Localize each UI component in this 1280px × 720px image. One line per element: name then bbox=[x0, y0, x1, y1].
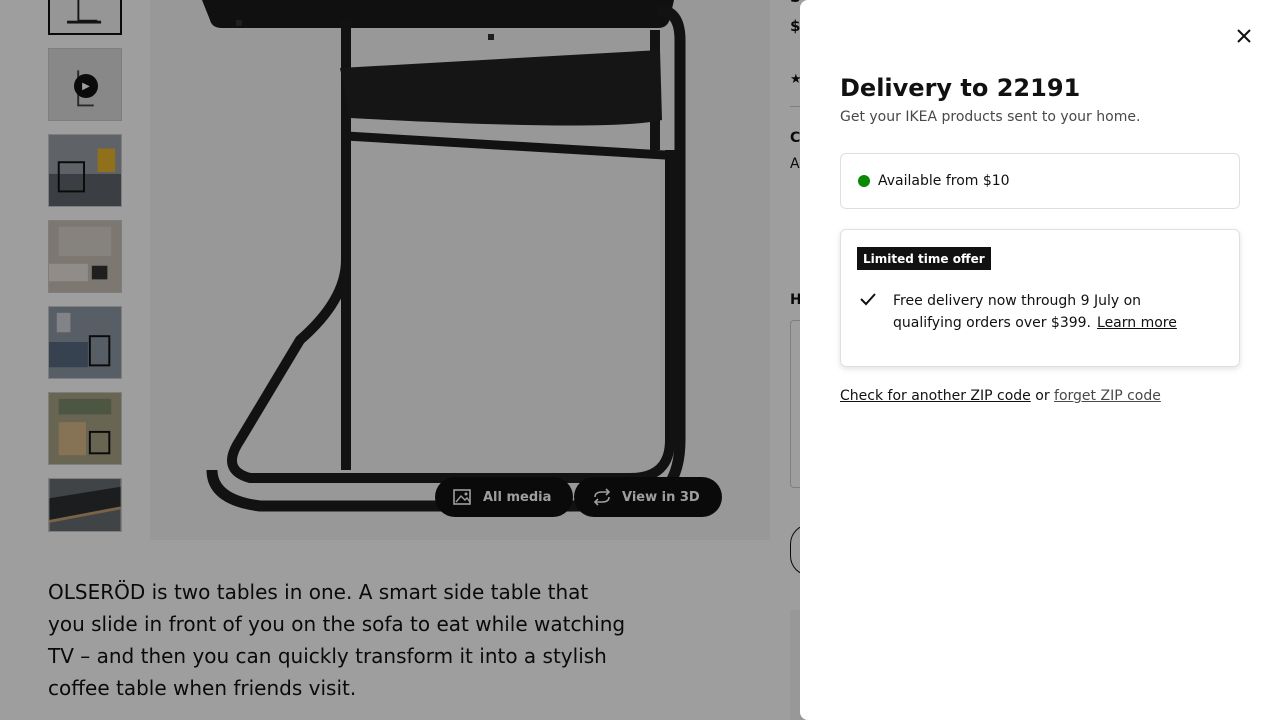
learn-more-link[interactable]: Learn more bbox=[1097, 315, 1177, 331]
zip-actions: Check for another ZIP code or forget ZIP… bbox=[840, 388, 1161, 404]
availability-dot-icon bbox=[858, 175, 870, 187]
close-button[interactable] bbox=[1228, 20, 1260, 52]
checkmark-icon bbox=[860, 293, 876, 306]
offer-text: Free delivery now through 9 July on qual… bbox=[893, 290, 1213, 334]
offer-card: Limited time offer Free delivery now thr… bbox=[840, 229, 1240, 367]
forget-zip-link[interactable]: forget ZIP code bbox=[1054, 388, 1161, 404]
limited-offer-badge: Limited time offer bbox=[857, 247, 991, 270]
modal-title: Delivery to 22191 bbox=[840, 74, 1081, 102]
availability-card: Available from $10 bbox=[840, 153, 1240, 209]
modal-subtitle: Get your IKEA products sent to your home… bbox=[840, 109, 1141, 125]
zip-or-text: or bbox=[1035, 388, 1050, 404]
check-zip-link[interactable]: Check for another ZIP code bbox=[840, 388, 1031, 404]
delivery-modal: Delivery to 22191 Get your IKEA products… bbox=[800, 0, 1280, 720]
availability-text: Available from $10 bbox=[878, 173, 1010, 189]
close-icon bbox=[1237, 29, 1251, 43]
